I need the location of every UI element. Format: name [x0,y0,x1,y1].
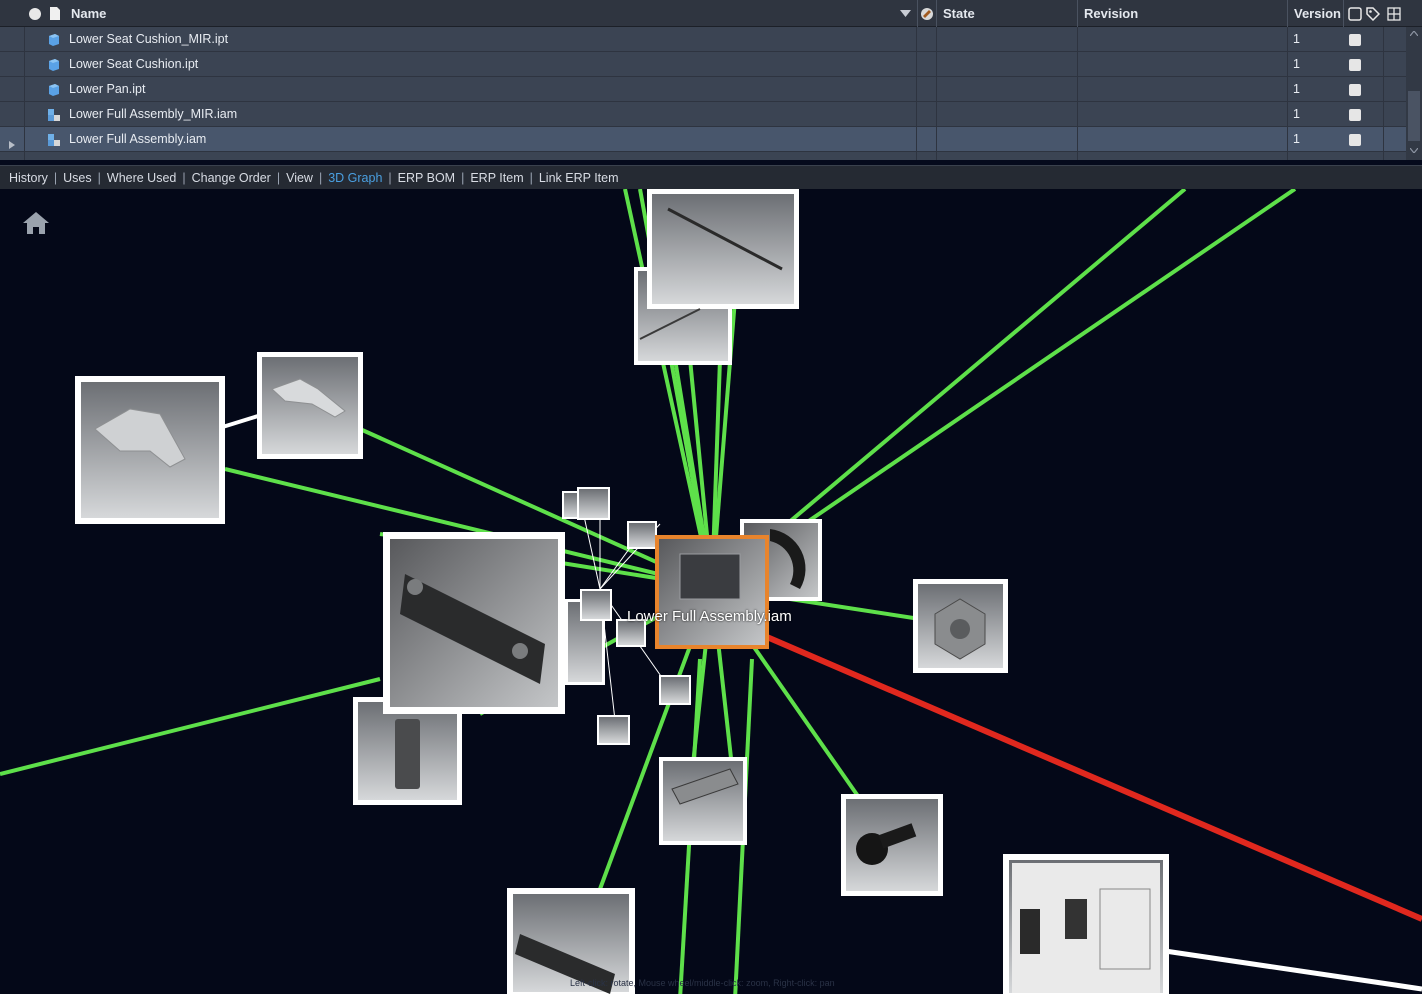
column-header-state-label: State [943,6,975,21]
tab-uses[interactable]: Uses [63,171,91,185]
tab-erp-item[interactable]: ERP Item [470,171,523,185]
navigation-hint: Left-click: rotate, Mouse wheel/middle-c… [570,978,835,988]
expand-arrow-icon[interactable] [9,136,15,154]
link-plate-hole [512,643,528,659]
row-checkbox[interactable] [1349,59,1361,71]
scroll-up-icon[interactable] [1410,31,1418,36]
table-row[interactable]: Lower Seat Cushion_MIR.ipt 1 [0,27,1406,52]
node-tooltip: Lower Full Assembly.iam [627,608,792,625]
grid-header: Name State Revision Version [0,0,1422,27]
tab-separator: | [461,170,465,185]
tab-where-used[interactable]: Where Used [107,171,176,185]
seat-view [1065,899,1087,939]
part-file-icon [47,33,60,46]
row-checkbox[interactable] [1349,134,1361,146]
link-plate-hole [407,579,423,595]
home-icon[interactable] [20,209,52,237]
node-small [582,591,610,619]
tab-separator: | [318,170,323,185]
tab-separator: | [97,170,101,185]
file-version: 1 [1293,82,1300,96]
file-version: 1 [1293,107,1300,121]
scroll-down-icon[interactable] [1410,148,1418,153]
assembly-file-icon [47,108,60,121]
column-header-revision[interactable]: Revision [1078,0,1288,27]
seat-view [1020,909,1040,954]
node-bracket [262,357,358,454]
file-version: 1 [1293,132,1300,146]
file-version: 1 [1293,57,1300,71]
parent-link [1164,948,1422,992]
tab-separator: | [388,170,392,185]
file-name[interactable]: Lower Full Assembly_MIR.iam [69,102,237,127]
file-type-column-icon[interactable] [45,0,65,27]
column-header-version-label: Version [1294,6,1341,21]
column-header-state[interactable]: State [937,0,1078,27]
assembly-file-icon [47,133,60,146]
tab-separator: | [53,170,58,185]
tab-change-order[interactable]: Change Order [192,171,271,185]
assembly-shape [679,553,741,600]
file-name[interactable]: Lower Seat Cushion_MIR.ipt [69,27,228,52]
tag-icon[interactable] [1364,0,1382,27]
tab-bar: History | Uses | Where Used | Change Order | Vie… [0,165,1422,189]
row-checkbox[interactable] [1349,109,1361,121]
column-header-name-label: Name [71,6,107,21]
node-small [661,677,689,703]
sort-descending-icon [900,10,911,17]
file-grid: Name State Revision Version Lower Seat C… [0,0,1422,160]
status-column-icon[interactable] [25,0,45,27]
nut-hole [950,619,970,639]
row-checkbox[interactable] [1349,84,1361,96]
file-version: 1 [1293,32,1300,46]
part-file-icon [47,83,60,96]
checkbox-column-icon[interactable] [1346,0,1364,27]
dependency-link [0,677,381,776]
node-small [629,523,655,547]
file-name[interactable]: Lower Full Assembly.iam [69,127,206,152]
node-small [599,717,628,743]
tab-view[interactable]: View [286,171,313,185]
tab-separator: | [182,170,186,185]
table-row[interactable]: Lower Full Assembly_MIR.iam 1 [0,102,1406,127]
column-header-revision-label: Revision [1084,6,1139,21]
tab-link-erp-item[interactable]: Link ERP Item [539,171,619,185]
3d-graph-view[interactable]: Lower Full Assembly.iam Left-click: rota… [0,189,1422,994]
table-row[interactable]: Lower Seat Cushion.ipt 1 [0,52,1406,77]
tab-separator: | [529,170,533,185]
tab-separator: | [276,170,281,185]
column-header-version[interactable]: Version [1288,0,1344,27]
vault-client: Name State Revision Version Lower Seat C… [0,0,1422,994]
file-name[interactable]: Lower Seat Cushion.ipt [69,52,198,77]
column-chooser-icon[interactable] [1384,0,1404,27]
part-file-icon [47,58,60,71]
node-small [579,489,608,518]
pin-shape [395,719,420,789]
table-row[interactable]: Lower Pan.ipt 1 [0,77,1406,102]
table-row[interactable]: Lower Full Assembly.iam 1 [0,127,1406,152]
scrollbar-thumb[interactable] [1408,91,1420,141]
tab-history[interactable]: History [9,171,48,185]
row-checkbox[interactable] [1349,34,1361,46]
lifecycle-column-icon[interactable] [918,0,937,27]
file-name[interactable]: Lower Pan.ipt [69,77,145,102]
column-header-name[interactable]: Name [65,0,918,27]
graph-canvas[interactable] [0,189,1422,994]
tab-erp-bom[interactable]: ERP BOM [398,171,455,185]
grid-scrollbar[interactable] [1406,27,1422,160]
tab-3d-graph[interactable]: 3D Graph [328,171,382,185]
